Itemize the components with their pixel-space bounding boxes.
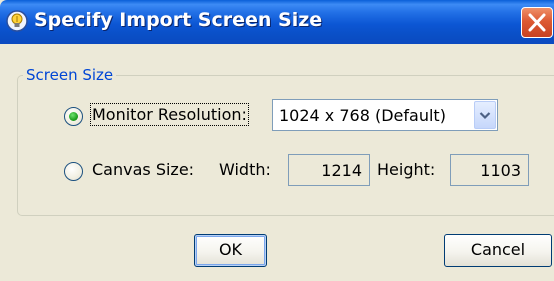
width-label: Width:: [219, 160, 271, 179]
dialog-title: Specify Import Screen Size: [34, 9, 323, 31]
close-icon: [528, 13, 546, 32]
height-label: Height:: [377, 160, 436, 179]
cancel-button[interactable]: Cancel: [444, 234, 552, 267]
resolution-dropdown[interactable]: 1024 x 768 (Default): [272, 99, 498, 131]
radio-selected-dot: [69, 112, 78, 121]
screen-size-legend: Screen Size: [26, 66, 114, 84]
lightbulb-icon: [6, 10, 28, 32]
ok-button[interactable]: OK: [194, 234, 267, 267]
dialog-window: Specify Import Screen Size Screen Size M…: [0, 0, 554, 281]
screen-size-group: Screen Size: [17, 66, 554, 216]
width-field[interactable]: 1214: [288, 154, 370, 186]
canvas-size-radio[interactable]: [64, 162, 83, 181]
dropdown-arrow-button[interactable]: [474, 101, 496, 129]
close-button[interactable]: [521, 7, 553, 38]
height-field[interactable]: 1103: [450, 154, 529, 186]
monitor-resolution-radio[interactable]: [64, 107, 83, 126]
title-bar[interactable]: Specify Import Screen Size: [0, 0, 554, 44]
canvas-size-label[interactable]: Canvas Size:: [92, 160, 194, 179]
resolution-value: 1024 x 768 (Default): [279, 106, 446, 125]
chevron-down-icon: [479, 112, 491, 120]
monitor-resolution-label[interactable]: Monitor Resolution:: [90, 103, 249, 126]
